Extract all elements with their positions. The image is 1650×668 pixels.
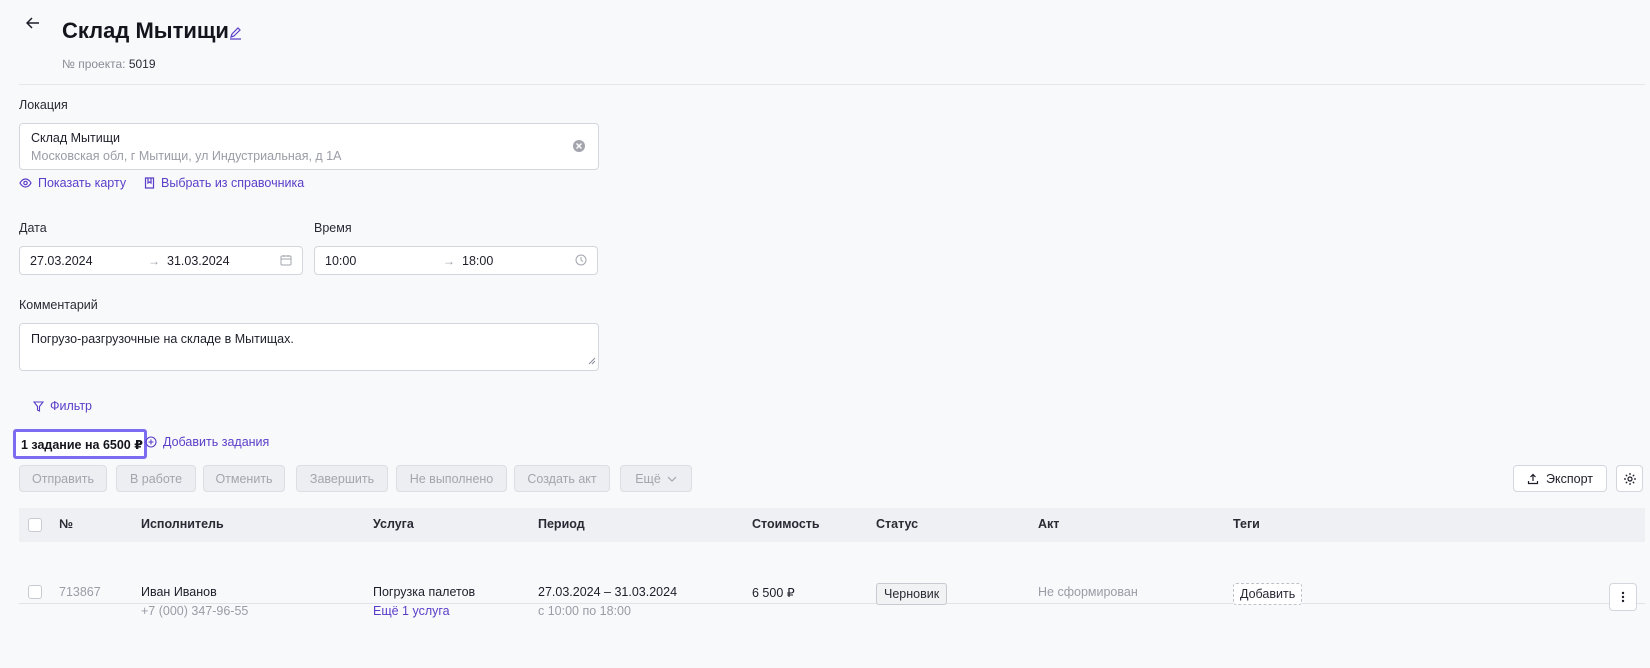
time-start: 10:00 [325,254,357,268]
more-vertical-icon [1621,591,1625,603]
resize-handle-icon[interactable] [588,353,596,368]
more-services-link[interactable]: Ещё 1 услуга [373,604,450,618]
tasks-table: № Исполнитель Услуга Период Стоимость Ст… [19,508,1645,618]
show-map-link[interactable]: Показать карту [19,176,126,190]
comment-text: Погрузо-разгрузочные на складе в Мытищах… [31,332,294,346]
location-label: Локация [19,98,68,112]
date-range-field[interactable]: 27.03.2024 → 31.03.2024 [19,246,303,275]
add-tasks-link[interactable]: Добавить задания [145,435,269,449]
col-cost: Стоимость [752,517,820,531]
comment-textarea[interactable]: Погрузо-разгрузочные на складе в Мытищах… [19,323,599,371]
select-all-checkbox[interactable] [28,518,42,532]
executor-phone: +7 (000) 347-96-55 [141,604,249,618]
col-act: Акт [1038,517,1060,531]
col-tags: Теги [1233,517,1260,531]
comment-label: Комментарий [19,298,98,312]
upload-icon [1527,473,1539,484]
period-time: с 10:00 по 18:00 [538,604,631,618]
export-button[interactable]: Экспорт [1513,465,1607,492]
arrow-left-icon [26,17,39,29]
task-id: 713867 [59,585,101,599]
pencil-icon[interactable] [229,27,242,40]
col-number: № [59,517,73,531]
period-dates: 27.03.2024 – 31.03.2024 [538,585,678,599]
header-divider [19,84,1645,85]
not-done-button[interactable]: Не выполнено [396,465,507,492]
executor-name: Иван Иванов [141,585,217,599]
row-menu-button[interactable] [1609,583,1637,611]
filter-icon [33,400,44,412]
col-executor: Исполнитель [141,517,224,531]
in-work-button[interactable]: В работе [116,465,196,492]
chevron-down-icon [667,476,677,482]
status-badge: Черновик [876,583,948,605]
back-button[interactable] [22,12,44,34]
arrow-right-icon: → [443,254,455,268]
add-tag-button[interactable]: Добавить [1233,583,1303,605]
col-service: Услуга [373,517,414,531]
plus-circle-icon [145,436,157,448]
service-name: Погрузка палетов [373,585,476,599]
date-start: 27.03.2024 [30,254,93,268]
more-button[interactable]: Ещё [620,465,692,492]
page-title: Склад Мытищи [62,18,229,43]
choose-directory-link[interactable]: Выбрать из справочника [144,176,304,190]
location-field[interactable]: Склад Мытищи Московская обл, г Мытищи, у… [19,123,599,170]
time-end: 18:00 [462,254,494,268]
table-header: № Исполнитель Услуга Период Стоимость Ст… [19,508,1645,542]
col-status: Статус [876,517,919,531]
arrow-right-icon: → [148,254,160,268]
create-act-button[interactable]: Создать акт [514,465,610,492]
location-name: Склад Мытищи [31,131,121,145]
date-label: Дата [19,221,47,235]
table-row[interactable]: 713867 Иван Иванов +7 (000) 347-96-55 По… [19,542,1645,618]
send-button[interactable]: Отправить [19,465,107,492]
clock-icon [575,254,587,269]
cancel-button[interactable]: Отменить [203,465,285,492]
filter-link[interactable]: Фильтр [33,399,92,413]
location-address: Московская обл, г Мытищи, ул Индустриаль… [31,149,342,163]
finish-button[interactable]: Завершить [296,465,388,492]
act-status: Не сформирован [1038,585,1138,599]
clear-icon[interactable] [572,139,586,153]
project-number: № проекта: 5019 [62,57,156,71]
date-end: 31.03.2024 [167,254,230,268]
calendar-icon [280,254,292,269]
time-label: Время [314,221,352,235]
eye-icon [19,178,32,188]
task-cost: 6 500 ₽ [752,586,795,600]
time-range-field[interactable]: 10:00 → 18:00 [314,246,598,275]
settings-button[interactable] [1616,465,1643,492]
col-period: Период [538,517,585,531]
gear-icon [1623,472,1636,485]
tasks-summary: 1 задание на 6500 ₽ [13,429,147,459]
book-icon [144,177,155,189]
row-checkbox[interactable] [28,585,42,599]
